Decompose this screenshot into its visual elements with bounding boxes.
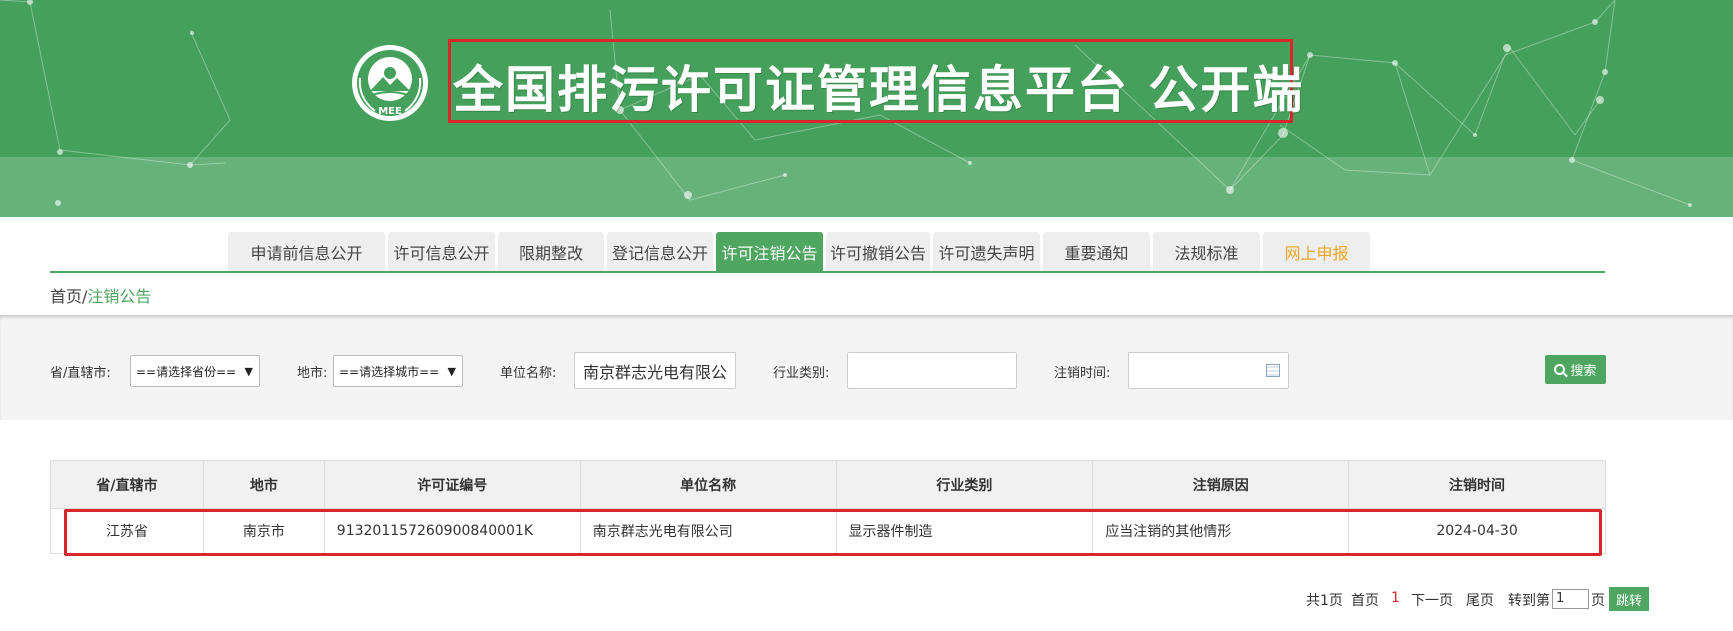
- breadcrumb-current: 注销公告: [87, 287, 152, 306]
- cell-reason: 应当注销的其他情形: [1092, 508, 1350, 554]
- cell-city: 南京市: [202, 508, 325, 554]
- column-header: 注销原因: [1092, 460, 1350, 509]
- goto-label: 转到第: [1508, 593, 1550, 609]
- next-page-link[interactable]: 下一页: [1411, 590, 1453, 610]
- column-header: 行业类别: [835, 460, 1094, 509]
- nav-apply-disclosure[interactable]: 申请前信息公开: [228, 232, 385, 271]
- filter-panel: 省/直辖市: ==请选择省份== ▼ 地市: ==请选择城市== ▼ 单位名称:…: [0, 315, 1733, 420]
- table-row: 江苏省 南京市 91320115726090084000​1K 南京群志光电有限…: [50, 508, 1606, 554]
- nav-cancellation-notice[interactable]: 许可注销公告: [716, 232, 823, 271]
- unit-input[interactable]: 南京群志光电有限公: [574, 352, 736, 389]
- column-header: 省/直辖市: [50, 460, 204, 509]
- goto-button[interactable]: 跳转: [1609, 587, 1649, 611]
- date-label: 注销时间:: [1054, 366, 1111, 381]
- page-total: 共1页: [1306, 593, 1343, 609]
- province-select-value: ==请选择省份==: [136, 364, 237, 379]
- province-select[interactable]: ==请选择省份== ▼: [130, 355, 260, 387]
- license-number-link[interactable]: 91320115726090084000​1K: [323, 508, 581, 554]
- main-nav: 申请前信息公开 许可信息公开 限期整改 登记信息公开 许可注销公告 许可撤销公告…: [228, 232, 1370, 271]
- svg-text:MEE: MEE: [378, 106, 402, 117]
- mee-logo-icon: MEE: [352, 45, 428, 121]
- nav-divider: [50, 271, 1605, 273]
- city-label: 地市:: [297, 366, 328, 381]
- column-header: 注销时间: [1348, 460, 1606, 509]
- city-select-value: ==请选择城市==: [339, 364, 440, 379]
- table-header-row: 省/直辖市 地市 许可证编号 单位名称 行业类别 注销原因 注销时间: [50, 460, 1606, 509]
- results-table: 省/直辖市 地市 许可证编号 单位名称 行业类别 注销原因 注销时间 江苏省 南…: [50, 460, 1606, 554]
- first-page-link[interactable]: 首页: [1351, 590, 1379, 610]
- chevron-down-icon: ▼: [244, 365, 253, 378]
- date-input[interactable]: [1128, 352, 1289, 389]
- nav-rectification[interactable]: 限期整改: [498, 232, 604, 271]
- calendar-icon[interactable]: [1266, 364, 1280, 377]
- goto-suffix: 页: [1591, 593, 1605, 609]
- city-select[interactable]: ==请选择城市== ▼: [333, 355, 463, 387]
- breadcrumb-home[interactable]: 首页: [50, 287, 82, 306]
- header-banner: MEE 全国排污许可证管理信息平台 公开端: [0, 0, 1733, 217]
- breadcrumb: 首页/注销公告: [50, 283, 151, 307]
- cell-unit-name: 南京群志光电有限公司: [579, 508, 837, 554]
- nav-license-info[interactable]: 许可信息公开: [388, 232, 495, 271]
- search-button-label: 搜索: [1570, 364, 1597, 379]
- column-header: 地市: [202, 460, 325, 509]
- cell-industry: 显示器件制造: [835, 508, 1094, 554]
- cell-date: 2024-04-30: [1348, 508, 1606, 554]
- nav-online-declaration[interactable]: 网上申报: [1263, 232, 1370, 271]
- unit-input-value: 南京群志光电有限公: [583, 362, 728, 382]
- cell-province: 江苏省: [50, 508, 204, 554]
- last-page-link[interactable]: 尾页: [1466, 590, 1494, 610]
- nav-important-notice[interactable]: 重要通知: [1043, 232, 1150, 271]
- column-header: 许可证编号: [323, 460, 581, 509]
- search-button[interactable]: 搜索: [1545, 355, 1606, 384]
- nav-loss-statement[interactable]: 许可遗失声明: [933, 232, 1040, 271]
- unit-label: 单位名称:: [500, 366, 557, 381]
- nav-regulations[interactable]: 法规标准: [1153, 232, 1260, 271]
- industry-label: 行业类别:: [773, 366, 830, 381]
- nav-revocation-notice[interactable]: 许可撤销公告: [826, 232, 930, 271]
- column-header: 单位名称: [579, 460, 837, 509]
- industry-input[interactable]: [847, 352, 1017, 389]
- search-icon: [1554, 364, 1566, 375]
- current-page: 1: [1391, 590, 1400, 606]
- page-title: 全国排污许可证管理信息平台 公开端: [453, 61, 1305, 119]
- chevron-down-icon: ▼: [447, 365, 456, 378]
- province-label: 省/直辖市:: [50, 366, 111, 381]
- nav-registration-info[interactable]: 登记信息公开: [607, 232, 713, 271]
- goto-page-input[interactable]: 1: [1552, 589, 1589, 609]
